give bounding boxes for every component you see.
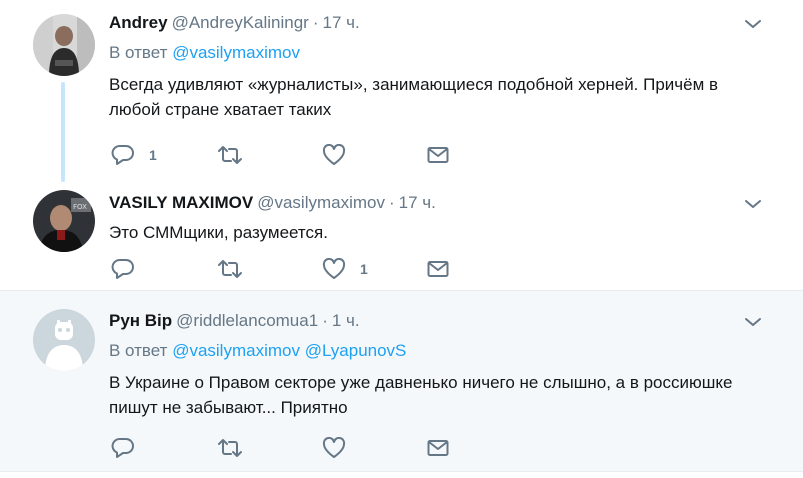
retweet-button[interactable]	[217, 257, 243, 281]
reply-button[interactable]	[111, 257, 149, 281]
like-button[interactable]: 1	[322, 257, 368, 281]
tweet-text: Всегда удивляют «журналисты», занимающие…	[109, 75, 719, 119]
tweet-content: Andrey @AndreyKaliningr · 17 ч. В ответ @va…	[109, 12, 763, 122]
avatar[interactable]	[33, 14, 95, 76]
mention-link[interactable]: @LyapunovS	[305, 341, 407, 360]
tweet-actions: 1	[109, 143, 469, 167]
reply-button[interactable]: 1	[111, 143, 157, 167]
heart-icon	[322, 258, 346, 280]
timestamp[interactable]: 17 ч.	[323, 13, 360, 32]
envelope-icon	[427, 146, 449, 164]
direct-message-button[interactable]	[427, 143, 449, 167]
author-name[interactable]: Рун Вір	[109, 311, 172, 330]
avatar[interactable]: FOX	[33, 190, 95, 252]
reply-count: 1	[149, 147, 157, 163]
retweet-icon	[217, 259, 243, 279]
reply-icon	[111, 258, 135, 280]
default-avatar-icon[interactable]	[33, 309, 95, 371]
tweet-text: Это СММщики, разумеется.	[109, 223, 328, 242]
tweet[interactable]: Рун Вір @riddlelancomua1 · 1 ч. В ответ @va…	[0, 290, 803, 472]
tweet-header: Рун Вір @riddlelancomua1 · 1 ч.	[109, 310, 763, 332]
reply-context: В ответ @vasilymaximov @LyapunovS	[109, 340, 763, 362]
mention-link[interactable]: @vasilymaximov	[172, 341, 300, 360]
retweet-icon	[217, 145, 243, 165]
author-handle[interactable]: @vasilymaximov	[257, 193, 385, 212]
reply-to-label: В ответ	[109, 43, 168, 62]
author-name[interactable]: Andrey	[109, 13, 168, 32]
tweet-header: Andrey @AndreyKaliningr · 17 ч.	[109, 12, 763, 34]
mention-link[interactable]: @vasilymaximov	[172, 43, 300, 62]
svg-text:FOX: FOX	[73, 203, 87, 211]
tweet[interactable]: Andrey @AndreyKaliningr · 17 ч. В ответ @va…	[0, 0, 803, 182]
tweet-content: VASILY MAXIMOV @vasilymaximov · 17 ч. Это С…	[109, 192, 763, 245]
separator: ·	[322, 311, 328, 330]
author-handle[interactable]: @AndreyKaliningr	[172, 13, 309, 32]
separator: ·	[389, 193, 395, 212]
direct-message-button[interactable]	[427, 436, 449, 460]
heart-icon	[322, 144, 346, 166]
direct-message-button[interactable]	[427, 257, 449, 281]
author-handle[interactable]: @riddlelancomua1	[176, 311, 318, 330]
tweet-actions	[109, 436, 469, 460]
envelope-icon	[427, 439, 449, 457]
reply-icon	[111, 144, 135, 166]
heart-icon	[322, 437, 346, 459]
chevron-down-icon[interactable]	[743, 194, 763, 214]
like-count: 1	[360, 261, 368, 277]
chevron-down-icon[interactable]	[743, 14, 763, 34]
retweet-button[interactable]	[217, 436, 243, 460]
reply-button[interactable]	[111, 436, 149, 460]
tweet-actions: 1	[109, 257, 469, 281]
author-name[interactable]: VASILY MAXIMOV	[109, 193, 253, 212]
tweet-text: В Украине о Правом секторе уже давненько…	[109, 373, 733, 417]
reply-icon	[111, 437, 135, 459]
envelope-icon	[427, 260, 449, 278]
like-button[interactable]	[322, 143, 360, 167]
thread-line	[61, 82, 65, 182]
separator: ·	[312, 13, 319, 32]
tweet[interactable]: FOX VASILY MAXIMOV @vasilymaximov · 17 ч. Э…	[0, 182, 803, 290]
retweet-icon	[217, 438, 243, 458]
retweet-button[interactable]	[217, 143, 243, 167]
reply-context: В ответ @vasilymaximov	[109, 42, 763, 64]
timestamp[interactable]: 17 ч.	[399, 193, 436, 212]
tweet-header: VASILY MAXIMOV @vasilymaximov · 17 ч.	[109, 192, 763, 214]
timestamp[interactable]: 1 ч.	[332, 311, 360, 330]
like-button[interactable]	[322, 436, 360, 460]
reply-to-label: В ответ	[109, 341, 168, 360]
chevron-down-icon[interactable]	[743, 312, 763, 332]
tweet-content: Рун Вір @riddlelancomua1 · 1 ч. В ответ @va…	[109, 310, 763, 420]
